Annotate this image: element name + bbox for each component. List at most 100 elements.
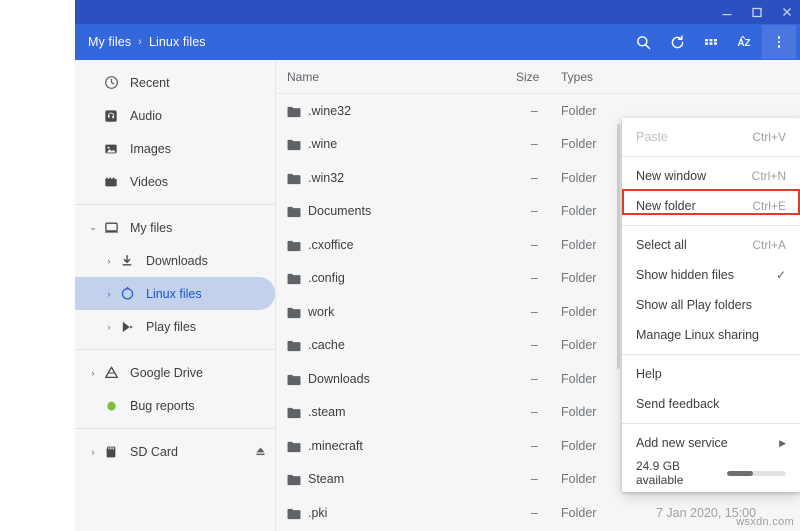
menu-item-label: New window: [636, 169, 707, 183]
file-type: Folder: [561, 371, 597, 386]
eject-icon[interactable]: [254, 445, 267, 458]
minimize-icon[interactable]: [720, 5, 734, 19]
chevron-right-icon[interactable]: ›: [85, 447, 101, 457]
sidebar: Recent Audio Images Videos ⌄ My files › …: [75, 60, 276, 531]
sidebar-item-sd-card[interactable]: › SD Card: [75, 435, 275, 468]
sidebar-item-label: SD Card: [130, 444, 178, 459]
menu-item-label: Paste: [636, 130, 668, 144]
breadcrumb-item-my-files[interactable]: My files: [88, 35, 131, 49]
file-size: –: [531, 237, 538, 252]
file-type: Folder: [561, 103, 597, 118]
sidebar-item-audio[interactable]: Audio: [75, 99, 275, 132]
file-list-scrollbar-thumb[interactable]: [617, 124, 620, 369]
folder-icon: [287, 272, 301, 285]
sidebar-item-my-files[interactable]: ⌄ My files: [75, 211, 275, 244]
folder-icon: [287, 373, 301, 385]
sidebar-item-images[interactable]: Images: [75, 132, 275, 165]
sidebar-item-label: Videos: [130, 174, 168, 189]
menu-item-show-all-play-folders[interactable]: Show all Play folders: [622, 290, 800, 320]
menu-item-label: Add new service: [636, 436, 728, 450]
menu-item-show-hidden-files[interactable]: Show hidden files ✓: [622, 260, 800, 290]
menu-item-manage-linux-sharing[interactable]: Manage Linux sharing: [622, 320, 800, 350]
file-list-header: Name Size Types: [276, 60, 800, 94]
menu-item-select-all[interactable]: Select all Ctrl+A: [622, 230, 800, 260]
menu-divider: [622, 225, 800, 226]
svg-text:AZ: AZ: [737, 38, 750, 49]
menu-item-add-new-service[interactable]: Add new service ▶: [622, 428, 800, 458]
sidebar-item-label: Linux files: [146, 286, 202, 301]
google-drive-icon: [101, 363, 121, 383]
video-icon: [101, 172, 121, 192]
sidebar-item-google-drive[interactable]: › Google Drive: [75, 356, 275, 389]
menu-item-help[interactable]: Help: [622, 359, 800, 389]
watermark: wsxdn.com: [736, 516, 794, 528]
menu-item-label: Show all Play folders: [636, 298, 753, 312]
column-header-types[interactable]: Types: [561, 60, 593, 93]
menu-item-send-feedback[interactable]: Send feedback: [622, 389, 800, 419]
sidebar-item-play-files[interactable]: › Play files: [75, 310, 275, 343]
file-size: –: [531, 204, 538, 219]
table-row[interactable]: .pki – Folder 7 Jan 2020, 15:00: [276, 496, 800, 530]
sidebar-item-bug-reports[interactable]: Bug reports: [75, 389, 275, 422]
sidebar-item-recent[interactable]: Recent: [75, 66, 275, 99]
folder-icon: [287, 473, 301, 486]
checkmark-icon: ✓: [775, 268, 786, 282]
breadcrumb-item-linux-files[interactable]: Linux files: [149, 35, 206, 49]
file-type: Folder: [561, 438, 597, 453]
refresh-icon[interactable]: [660, 25, 694, 59]
chevron-right-icon[interactable]: ›: [85, 368, 101, 378]
submenu-arrow-icon: ▶: [779, 437, 786, 448]
sidebar-item-videos[interactable]: Videos: [75, 165, 275, 198]
file-type: Folder: [561, 505, 597, 520]
folder-icon: [287, 339, 301, 352]
sidebar-item-label: Play files: [146, 319, 197, 334]
sort-az-icon[interactable]: AZ: [728, 25, 762, 59]
screenshot-root: My files › Linux files AZ Recent Audio I…: [0, 0, 800, 531]
window-title-bar: [75, 0, 800, 24]
kebab-dots: [777, 35, 781, 49]
files-app-window: My files › Linux files AZ Recent Audio I…: [75, 0, 800, 531]
search-icon[interactable]: [626, 25, 660, 59]
column-header-name[interactable]: Name: [287, 60, 319, 93]
menu-item-shortcut: Ctrl+E: [752, 199, 786, 213]
chevron-right-icon[interactable]: ›: [101, 289, 117, 299]
file-size: –: [531, 304, 538, 319]
chevron-right-icon[interactable]: ›: [101, 256, 117, 266]
file-size: –: [531, 338, 538, 353]
folder-icon: [287, 239, 301, 251]
menu-item-shortcut: Ctrl+N: [751, 169, 786, 183]
menu-item-new-window[interactable]: New window Ctrl+N: [622, 161, 800, 191]
chevron-right-icon[interactable]: ›: [101, 322, 117, 332]
chevron-down-icon[interactable]: ⌄: [85, 222, 101, 233]
folder-icon: [287, 440, 301, 452]
menu-item-label: Help: [636, 367, 662, 381]
menu-item-label: Show hidden files: [636, 268, 734, 282]
maximize-icon[interactable]: [750, 5, 764, 19]
file-size: –: [531, 505, 538, 520]
file-size: –: [531, 103, 538, 118]
file-name: .steam: [308, 405, 346, 420]
window-controls: [720, 0, 794, 24]
file-name: .wine: [308, 137, 338, 152]
storage-label: 24.9 GB available: [636, 459, 684, 487]
menu-item-new-folder[interactable]: New folder Ctrl+E: [622, 191, 800, 221]
more-options-menu: Paste Ctrl+V New window Ctrl+N New folder Ctr…: [622, 118, 800, 492]
image-icon: [101, 139, 121, 159]
sidebar-item-linux-files[interactable]: › Linux files: [75, 277, 275, 310]
sidebar-item-downloads[interactable]: › Downloads: [75, 244, 275, 277]
sidebar-item-label: Images: [130, 141, 171, 156]
close-icon[interactable]: [780, 5, 794, 19]
more-options-icon[interactable]: [762, 25, 796, 59]
breadcrumb: My files › Linux files: [88, 24, 206, 60]
folder-icon: [287, 172, 301, 184]
storage-status: 24.9 GB available: [622, 458, 800, 488]
file-name: .wine32: [308, 103, 352, 118]
clock-icon: [101, 73, 121, 93]
column-header-size[interactable]: Size: [516, 60, 539, 93]
file-type: Folder: [561, 472, 597, 487]
file-name: .config: [308, 271, 345, 286]
grid-view-icon[interactable]: [694, 25, 728, 59]
menu-divider: [622, 156, 800, 157]
menu-item-shortcut: Ctrl+A: [752, 238, 786, 252]
file-name: .minecraft: [308, 438, 363, 453]
